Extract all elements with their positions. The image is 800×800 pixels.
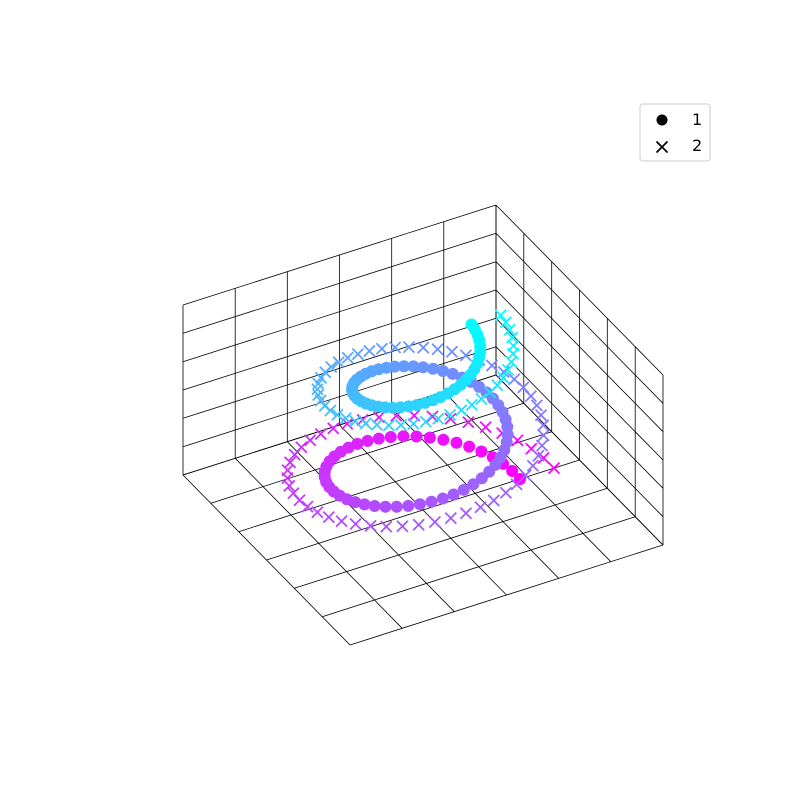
legend: 1 2 — [639, 103, 711, 162]
data-point-series-1 — [402, 499, 415, 512]
data-point-series-1 — [368, 500, 381, 512]
data-point-series-2 — [370, 418, 384, 431]
legend-marker-circle — [656, 114, 668, 126]
data-point-series-2 — [474, 501, 487, 514]
data-point-series-1 — [425, 495, 438, 508]
data-point-series-2 — [396, 520, 409, 533]
data-point-series-2 — [465, 398, 478, 412]
data-point-series-2 — [412, 518, 425, 531]
data-point-series-1 — [384, 431, 397, 443]
data-point-series-2 — [431, 343, 444, 356]
data-point-series-2 — [349, 517, 362, 531]
data-point-series-2 — [382, 419, 395, 432]
data-point-series-2 — [524, 389, 538, 403]
data-point-series-1 — [447, 488, 460, 501]
data-point-series-1 — [463, 440, 476, 453]
data-point-series-2 — [445, 345, 459, 358]
data-point-series-2 — [314, 427, 327, 441]
data-point-series-1 — [436, 492, 449, 505]
legend-label-2: 2 — [692, 136, 702, 155]
data-point-series-1 — [397, 430, 410, 443]
data-point-series-2 — [506, 347, 520, 360]
data-point-series-1 — [450, 436, 463, 449]
data-point-series-2 — [417, 341, 430, 354]
data-point-series-1 — [475, 445, 488, 458]
data-point-series-2 — [311, 506, 324, 519]
data-point-series-2 — [363, 344, 376, 358]
data-point-series-2 — [419, 415, 433, 428]
data-point-series-2 — [455, 404, 468, 417]
data-point-series-2 — [359, 417, 372, 430]
data-point-series-1 — [413, 498, 426, 511]
data-point-series-2 — [335, 514, 348, 528]
data-point-series-2 — [380, 520, 393, 533]
data-point-series-2 — [511, 434, 524, 447]
legend-label-1: 1 — [692, 110, 702, 129]
data-point-series-2 — [388, 341, 402, 354]
data-point-series-2 — [535, 439, 549, 452]
data-point-series-2 — [497, 365, 510, 379]
data-point-series-2 — [319, 366, 332, 379]
data-point-series-2 — [459, 507, 473, 520]
data-points — [281, 309, 561, 533]
data-point-series-1 — [441, 387, 454, 400]
chart-3d-scatter: 1 2 — [182, 103, 711, 646]
data-point-series-2 — [372, 411, 386, 424]
data-point-series-1 — [427, 362, 439, 375]
data-point-series-2 — [494, 309, 507, 322]
data-point-series-1 — [358, 498, 371, 511]
data-point-series-2 — [407, 417, 420, 430]
data-point-series-2 — [301, 500, 314, 513]
data-point-series-1 — [410, 430, 423, 443]
data-point-series-2 — [281, 471, 294, 485]
data-point-series-2 — [534, 408, 548, 422]
data-point-series-2 — [375, 342, 389, 355]
grid-line — [266, 459, 580, 561]
data-point-series-2 — [537, 419, 550, 432]
data-point-series-1 — [379, 500, 392, 513]
data-point-series-2 — [304, 434, 317, 447]
data-point-series-1 — [390, 500, 403, 513]
data-point-series-2 — [479, 420, 492, 434]
data-point-series-1 — [361, 434, 374, 447]
data-point-series-1 — [437, 433, 450, 446]
data-point-series-1 — [457, 483, 470, 496]
data-point-series-2 — [444, 511, 457, 525]
data-point-series-2 — [499, 486, 513, 499]
data-point-series-2 — [526, 459, 540, 472]
data-point-series-1 — [372, 432, 385, 445]
data-point-series-2 — [547, 461, 561, 475]
data-point-series-2 — [530, 399, 543, 412]
data-point-series-2 — [322, 510, 335, 524]
data-point-series-2 — [487, 494, 500, 507]
data-point-series-2 — [351, 347, 365, 361]
data-point-series-2 — [293, 494, 306, 507]
data-point-series-2 — [428, 515, 442, 529]
data-point-series-1 — [423, 431, 436, 444]
